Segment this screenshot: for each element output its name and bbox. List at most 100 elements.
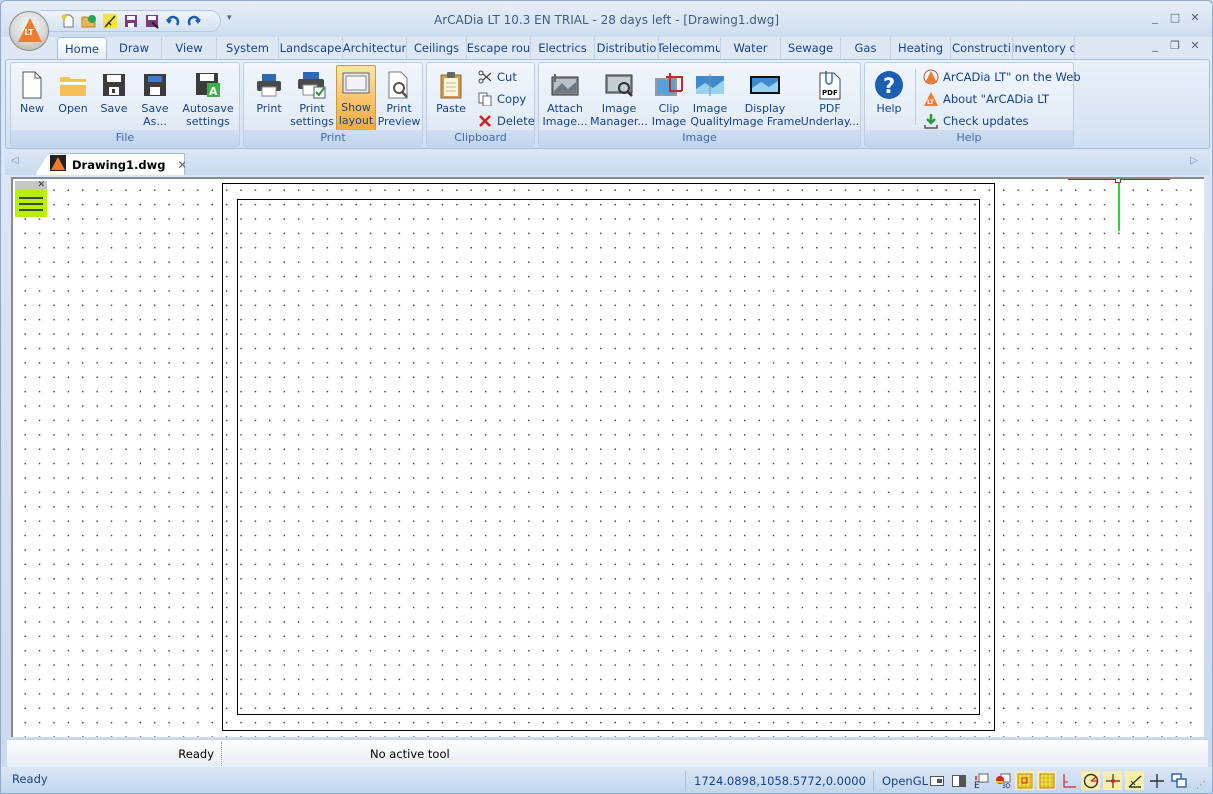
model-space-toggle-icon[interactable]	[927, 771, 946, 790]
autosave-settings-button[interactable]: A Autosave settings	[179, 67, 237, 131]
paper-space-toggle-icon[interactable]	[949, 771, 968, 790]
tab-home[interactable]: Home	[57, 37, 107, 59]
svg-text:E: E	[974, 781, 980, 789]
document-tab-drawing1[interactable]: Drawing1.dwg ✕	[35, 153, 185, 175]
doc-close-button[interactable]: ✕	[1188, 39, 1202, 53]
scissors-icon	[477, 69, 493, 85]
floppy-disk-icon	[98, 69, 130, 101]
document-window-controls: _ ❐ ✕	[1148, 39, 1202, 53]
close-tab-icon[interactable]: ✕	[177, 158, 185, 172]
tab-distribution[interactable]: Distributio	[595, 37, 659, 59]
tab-gas[interactable]: Gas	[841, 37, 891, 59]
resize-grip-icon[interactable]: ⋰	[1196, 780, 1206, 791]
tab-inventory[interactable]: Inventory c	[1013, 37, 1075, 59]
tab-sewage[interactable]: Sewage	[781, 37, 841, 59]
image-quality-icon	[694, 69, 726, 101]
copy-button[interactable]: Copy	[477, 89, 526, 109]
group-file-label: File	[11, 130, 239, 146]
cut-label: Cut	[497, 70, 517, 84]
about-arcadia-label: About "ArCADia LT	[943, 92, 1050, 106]
show-layout-icon	[340, 68, 372, 100]
elevation-toggle-icon[interactable]: E	[971, 771, 990, 790]
paste-button[interactable]: Paste	[431, 67, 471, 131]
tab-telecommunication[interactable]: Telecommu	[659, 37, 721, 59]
floating-toolbar-close-icon[interactable]: ✕	[15, 181, 47, 190]
application-window: ▾ ArCADia LT 10.3 EN TRIAL - 28 days lef…	[0, 0, 1213, 794]
active-tool-text: No active tool	[370, 747, 450, 761]
display-image-frame-button[interactable]: Display Image Frame	[729, 67, 801, 131]
clip-image-button[interactable]: Clip Image	[649, 67, 689, 131]
tab-construction[interactable]: Constructi	[951, 37, 1013, 59]
check-updates-button[interactable]: Check updates	[923, 111, 1029, 131]
save-as-button[interactable]: Save As...	[137, 67, 173, 131]
doc-minimize-button[interactable]: _	[1148, 39, 1162, 53]
tab-heating[interactable]: Heating	[891, 37, 951, 59]
polar-toggle-icon[interactable]	[1081, 771, 1100, 790]
maximize-button[interactable]: □	[1168, 11, 1182, 25]
tab-landscape[interactable]: Landscape	[279, 37, 343, 59]
osnap-toggle-icon[interactable]	[1103, 771, 1122, 790]
cut-button[interactable]: Cut	[477, 67, 517, 87]
document-tab-name: Drawing1.dwg	[72, 157, 166, 172]
new-document-icon	[16, 69, 48, 101]
app-orb-label: LT	[24, 28, 34, 37]
status-toggles: E 3D	[927, 771, 1188, 790]
tab-water[interactable]: Water	[721, 37, 781, 59]
grid-toggle-icon[interactable]	[1037, 771, 1056, 790]
open-label: Open	[58, 102, 88, 115]
ribbon: New Open Save Save As... A Autosave sett…	[5, 59, 1210, 149]
open-button[interactable]: Open	[55, 67, 91, 131]
attach-image-icon	[549, 69, 581, 101]
group-clipboard-label: Clipboard	[427, 130, 534, 146]
show-layout-label: Show layout	[338, 101, 374, 127]
window-toggle-icon[interactable]	[1169, 771, 1188, 790]
otrack-toggle-icon[interactable]	[1125, 771, 1144, 790]
print-button[interactable]: Print	[248, 67, 290, 131]
svg-text:LT: LT	[927, 99, 935, 106]
show-layout-button[interactable]: Show layout	[336, 65, 376, 132]
scroll-tabs-left-icon[interactable]: ◁	[11, 155, 19, 166]
drawing-canvas[interactable]: ✕	[11, 177, 1204, 737]
tab-electrics[interactable]: Electrics	[531, 37, 595, 59]
snap-toggle-icon[interactable]	[1015, 771, 1034, 790]
tab-ceilings[interactable]: Ceilings	[407, 37, 467, 59]
print-label: Print	[256, 102, 282, 115]
tab-system[interactable]: System	[217, 37, 279, 59]
tab-view[interactable]: View	[162, 37, 217, 59]
tab-architecture[interactable]: Architectur	[343, 37, 407, 59]
crosshair-toggle-icon[interactable]	[1147, 771, 1166, 790]
tab-draw[interactable]: Draw	[107, 37, 162, 59]
print-preview-label: Print Preview	[377, 102, 421, 128]
renderer-label[interactable]: OpenGL	[873, 771, 928, 791]
save-button[interactable]: Save	[97, 67, 131, 131]
doc-restore-button[interactable]: ❐	[1168, 39, 1182, 53]
svg-text:PDF: PDF	[822, 89, 838, 97]
help-button[interactable]: ? Help	[869, 67, 909, 131]
minimize-button[interactable]: _	[1148, 11, 1162, 25]
download-icon	[923, 113, 939, 129]
3d-view-toggle-icon[interactable]: 3D	[993, 771, 1012, 790]
print-preview-icon	[383, 69, 415, 101]
pdf-underlay-button[interactable]: PDF PDF Underlay...	[801, 67, 859, 131]
image-manager-icon	[603, 69, 635, 101]
application-menu-button[interactable]: LT	[9, 11, 49, 51]
floating-toolbar[interactable]: ✕	[15, 181, 47, 221]
close-button[interactable]: ✕	[1188, 11, 1202, 25]
new-button[interactable]: New	[15, 67, 49, 131]
ortho-toggle-icon[interactable]	[1059, 771, 1078, 790]
print-preview-button[interactable]: Print Preview	[378, 67, 420, 131]
about-arcadia-button[interactable]: LT About "ArCADia LT	[923, 89, 1049, 109]
delete-button[interactable]: Delete	[477, 111, 535, 131]
command-status-bar: Ready No active tool	[7, 739, 1208, 767]
arcadia-on-web-button[interactable]: ArCADia LT" on the Web	[923, 67, 1081, 87]
help-label: Help	[876, 102, 902, 115]
group-print-label: Print	[244, 130, 422, 146]
attach-image-button[interactable]: Attach Image...	[541, 67, 589, 131]
ribbon-tabs: Home Draw View System Landscape Architec…	[57, 37, 1075, 59]
tab-escape-routes[interactable]: Escape rou	[467, 37, 531, 59]
image-quality-button[interactable]: Image Quality	[689, 67, 731, 131]
image-manager-button[interactable]: Image Manager...	[590, 67, 648, 131]
hamburger-menu-icon[interactable]	[15, 190, 47, 217]
scroll-tabs-right-icon[interactable]: ▷	[1190, 155, 1198, 166]
print-settings-button[interactable]: Print settings	[290, 67, 334, 131]
